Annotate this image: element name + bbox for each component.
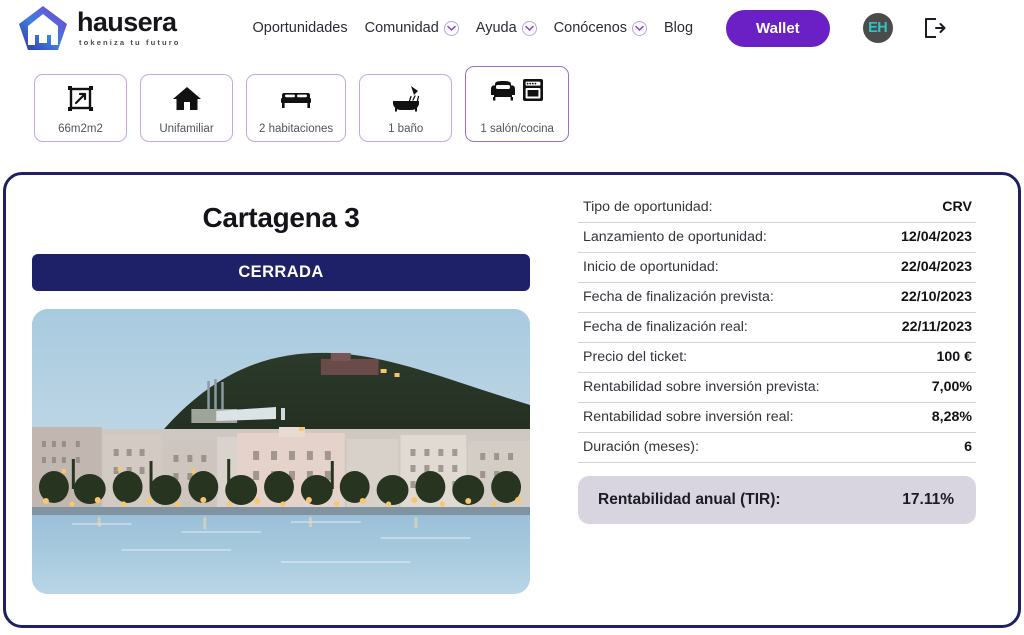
brand-name: hausera (77, 7, 177, 38)
detail-label: Inicio de oportunidad: (583, 259, 719, 275)
brand-logo[interactable]: hausera tokeniza tu futuro (18, 5, 181, 51)
house-pentagon-logo-icon (18, 5, 68, 51)
highlight-value: 17.11% (902, 491, 954, 508)
detail-label: Duración (meses): (583, 439, 699, 455)
detail-label: Fecha de finalización prevista: (583, 289, 774, 305)
detail-value: 7,00% (931, 379, 972, 395)
feature-card-area: 66m2m2 (34, 74, 127, 142)
detail-label: Rentabilidad sobre inversión real: (583, 409, 794, 425)
table-row: Precio del ticket: 100 € (578, 343, 976, 373)
area-resize-icon (67, 83, 94, 113)
page-title: Cartagena 3 (202, 202, 360, 233)
nav-item-oportunidades[interactable]: Oportunidades (253, 20, 348, 36)
feature-label: 2 habitaciones (259, 123, 334, 135)
table-row: Fecha de finalización prevista: 22/10/20… (578, 283, 976, 313)
nav-label: Comunidad (364, 20, 439, 36)
table-row: Rentabilidad sobre inversión real: 8,28% (578, 403, 976, 433)
chevron-down-icon[interactable] (521, 20, 537, 36)
avatar[interactable]: EH (862, 13, 893, 43)
feature-label: 1 baño (388, 123, 424, 135)
bathtub-shower-icon (391, 83, 421, 113)
detail-label: Precio del ticket: (583, 349, 688, 365)
table-row: Inicio de oportunidad: 22/04/2023 (578, 253, 976, 283)
opportunity-details-table: Tipo de oportunidad: CRV Lanzamiento de … (554, 175, 1018, 625)
table-row: Fecha de finalización real: 22/11/2023 (578, 313, 976, 343)
detail-value: CRV (942, 199, 972, 215)
table-row: Duración (meses): 6 (578, 433, 976, 463)
detail-value: 6 (964, 439, 972, 455)
detail-value: 22/11/2023 (901, 319, 972, 335)
property-photo (32, 309, 530, 594)
nav-item-comunidad[interactable]: Comunidad (365, 20, 459, 36)
detail-label: Rentabilidad sobre inversión prevista: (583, 379, 820, 395)
nav-item-conocenos[interactable]: Conócenos (553, 20, 648, 36)
feature-label: 66m2m2 (58, 123, 103, 135)
detail-value: 22/10/2023 (900, 289, 972, 305)
detail-label: Lanzamiento de oportunidad: (583, 229, 767, 245)
chevron-down-icon[interactable] (632, 20, 648, 36)
table-row: Rentabilidad sobre inversión prevista: 7… (578, 373, 976, 403)
wallet-button[interactable]: Wallet (726, 9, 830, 47)
site-header: hausera tokeniza tu futuro Oportunidades… (0, 0, 1024, 56)
status-badge: CERRADA (32, 254, 530, 291)
detail-value: 8,28% (931, 409, 972, 425)
feature-label: 1 salón/cocina (480, 123, 554, 135)
detail-value: 100 € (936, 349, 972, 365)
feature-card-bedrooms: 2 habitaciones (246, 74, 347, 142)
main-navigation: Oportunidades Comunidad Ayuda Conócenos … (253, 9, 947, 47)
nav-label: Ayuda (475, 20, 517, 36)
annual-return-highlight-row: Rentabilidad anual (TIR): 17.11% (578, 476, 976, 524)
opportunity-left-column: Cartagena 3 CERRADA (6, 175, 554, 625)
feature-card-living-kitchen: 1 salón/cocina (465, 66, 570, 142)
highlight-label: Rentabilidad anual (TIR): (598, 491, 781, 508)
detail-label: Tipo de oportunidad: (583, 199, 713, 215)
detail-value: 12/04/2023 (900, 229, 972, 245)
nav-item-blog[interactable]: Blog (664, 20, 693, 36)
table-row: Lanzamiento de oportunidad: 12/04/2023 (578, 223, 976, 253)
table-row: Tipo de oportunidad: CRV (578, 197, 976, 223)
sofa-oven-icon (489, 75, 545, 105)
feature-label: Unifamiliar (159, 123, 214, 135)
house-icon (172, 83, 202, 113)
brand-tagline: tokeniza tu futuro (79, 38, 181, 48)
logout-icon[interactable] (923, 17, 947, 39)
nav-label: Oportunidades (252, 20, 348, 36)
detail-label: Fecha de finalización real: (583, 319, 748, 335)
opportunity-card: Cartagena 3 CERRADA Tipo de oportunidad:… (3, 172, 1021, 628)
nav-label: Conócenos (553, 20, 628, 36)
chevron-down-icon[interactable] (443, 20, 459, 36)
detail-value: 22/04/2023 (900, 259, 972, 275)
nav-label: Blog (664, 20, 694, 36)
feature-card-bathrooms: 1 baño (359, 74, 453, 142)
property-features: 66m2m2 Unifamiliar 2 habitaciones 1 baño… (0, 56, 1024, 142)
feature-card-type: Unifamiliar (140, 74, 233, 142)
bed-icon (280, 83, 312, 113)
nav-item-ayuda[interactable]: Ayuda (476, 20, 537, 36)
